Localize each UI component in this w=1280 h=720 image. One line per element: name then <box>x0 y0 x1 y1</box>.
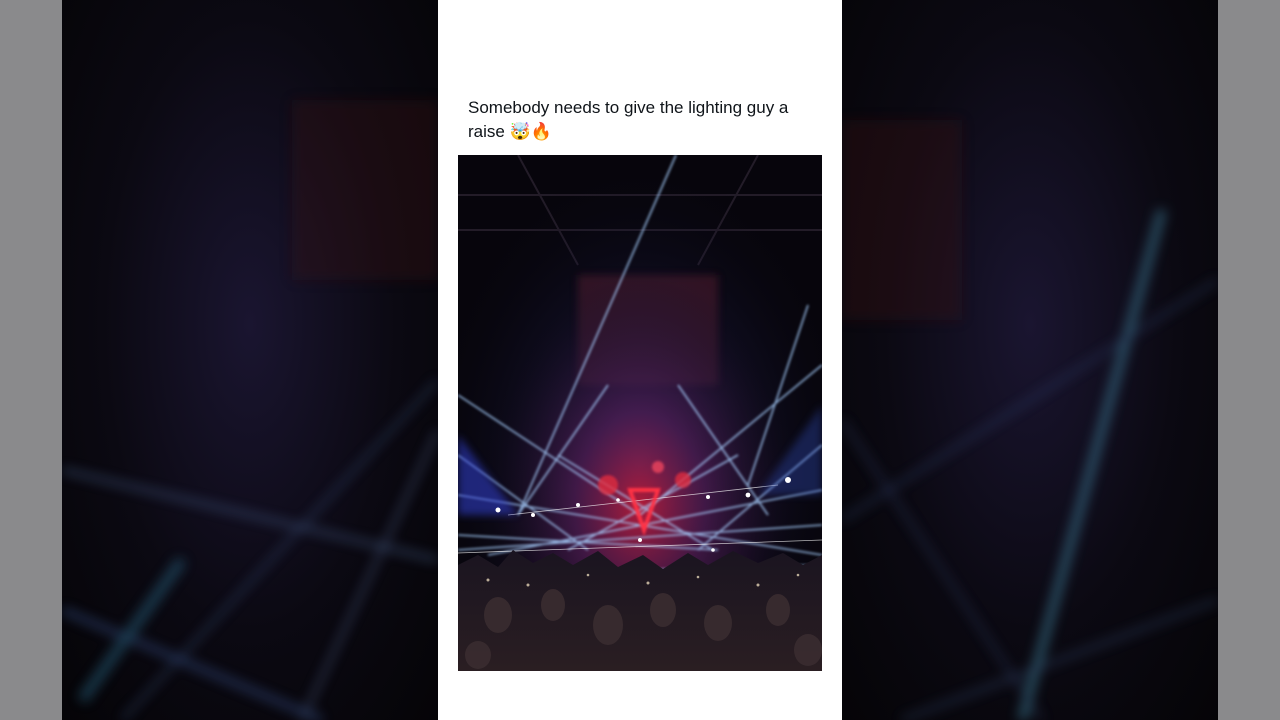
post-card: Somebody needs to give the lighting guy … <box>438 0 842 720</box>
post-media-image[interactable] <box>458 155 822 671</box>
left-letterbox <box>0 0 62 720</box>
right-letterbox <box>1218 0 1280 720</box>
blurred-background-left <box>62 0 438 720</box>
video-frame: Somebody needs to give the lighting guy … <box>0 0 1280 720</box>
blurred-background-right <box>842 0 1218 720</box>
post-caption: Somebody needs to give the lighting guy … <box>468 98 789 141</box>
